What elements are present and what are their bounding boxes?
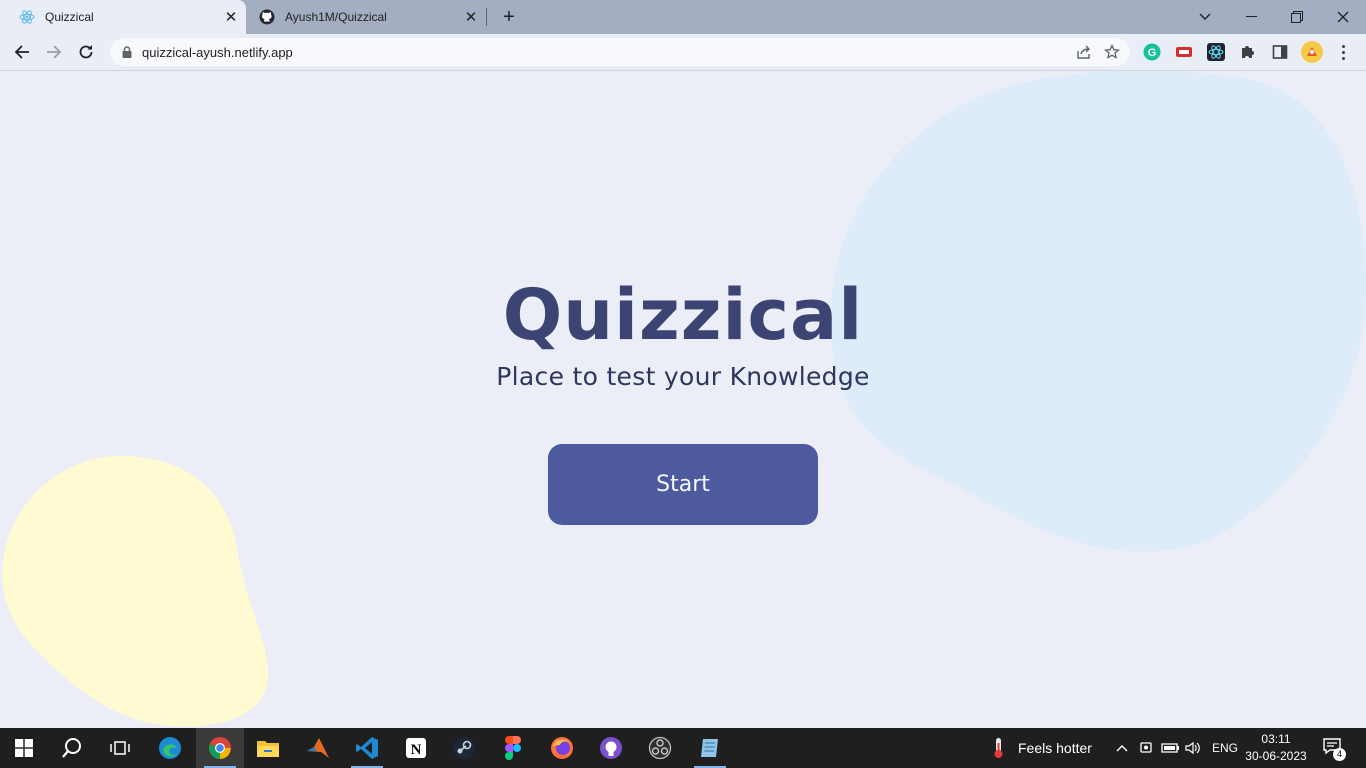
tab-title: Ayush1M/Quizzical bbox=[285, 10, 387, 24]
clock-time: 03:11 bbox=[1261, 732, 1291, 746]
restore-icon[interactable] bbox=[1274, 0, 1320, 34]
notepad-icon[interactable] bbox=[686, 728, 734, 768]
notification-center-icon[interactable]: 4 bbox=[1322, 737, 1348, 761]
tab-search-chevron-icon[interactable] bbox=[1182, 0, 1228, 34]
browser-toolbar: quizzical-ayush.netlify.app G bbox=[0, 34, 1366, 71]
matlab-icon[interactable] bbox=[294, 728, 342, 768]
profile-avatar-icon[interactable] bbox=[1301, 41, 1323, 63]
close-window-icon[interactable] bbox=[1320, 0, 1366, 34]
github-desktop-icon[interactable] bbox=[587, 728, 635, 768]
bookmark-star-icon[interactable] bbox=[1098, 38, 1126, 66]
notion-icon[interactable]: N bbox=[392, 728, 440, 768]
tab-github-repo[interactable]: Ayush1M/Quizzical ✕ bbox=[248, 0, 486, 34]
windows-taskbar: N Feels hotter ENG 03:11 30-06-2023 4 bbox=[0, 728, 1366, 768]
weather-text[interactable]: Feels hotter bbox=[1018, 740, 1092, 756]
start-button[interactable]: Start bbox=[548, 444, 818, 525]
hero-section: Quizzical Place to test your Knowledge S… bbox=[0, 71, 1366, 728]
grammarly-icon[interactable]: G bbox=[1141, 41, 1163, 63]
minimize-icon[interactable] bbox=[1228, 0, 1274, 34]
share-icon[interactable] bbox=[1070, 38, 1098, 66]
notification-count-badge: 4 bbox=[1333, 748, 1346, 761]
svg-text:N: N bbox=[411, 742, 422, 758]
file-explorer-icon[interactable] bbox=[244, 728, 292, 768]
tab-title: Quizzical bbox=[45, 10, 94, 24]
side-panel-icon[interactable] bbox=[1269, 41, 1291, 63]
tab-close-icon[interactable]: ✕ bbox=[462, 8, 480, 26]
tab-close-icon[interactable]: ✕ bbox=[222, 8, 240, 26]
clock[interactable]: 03:11 30-06-2023 bbox=[1240, 731, 1312, 765]
address-bar[interactable]: quizzical-ayush.netlify.app bbox=[110, 38, 1130, 66]
meet-now-icon[interactable] bbox=[1139, 739, 1155, 757]
url-text[interactable]: quizzical-ayush.netlify.app bbox=[142, 45, 1070, 60]
edge-icon[interactable] bbox=[146, 728, 194, 768]
lock-icon[interactable] bbox=[122, 46, 132, 58]
reload-icon[interactable] bbox=[73, 39, 99, 65]
tab-divider bbox=[486, 8, 487, 26]
battery-icon[interactable] bbox=[1161, 740, 1181, 756]
extension-red-icon[interactable] bbox=[1173, 41, 1195, 63]
back-arrow-icon[interactable] bbox=[9, 39, 35, 65]
steam-icon[interactable] bbox=[440, 728, 488, 768]
weather-thermometer-icon[interactable] bbox=[988, 737, 1008, 759]
obs-icon[interactable] bbox=[636, 728, 684, 768]
tab-quizzical[interactable]: Quizzical ✕ bbox=[0, 0, 246, 34]
extensions-puzzle-icon[interactable] bbox=[1237, 41, 1259, 63]
chrome-taskbar-icon[interactable] bbox=[196, 728, 244, 768]
page-viewport: Quizzical Place to test your Knowledge S… bbox=[0, 71, 1366, 728]
vscode-icon[interactable] bbox=[343, 728, 391, 768]
windows-start-icon[interactable] bbox=[0, 728, 48, 768]
firefox-icon[interactable] bbox=[538, 728, 586, 768]
tray-chevron-up-icon[interactable] bbox=[1115, 740, 1129, 756]
search-icon[interactable] bbox=[48, 728, 96, 768]
svg-text:G: G bbox=[1148, 47, 1157, 59]
github-icon bbox=[259, 9, 275, 25]
task-view-icon[interactable] bbox=[96, 728, 144, 768]
figma-icon[interactable] bbox=[489, 728, 537, 768]
page-subtitle: Place to test your Knowledge bbox=[496, 362, 870, 391]
forward-arrow-icon[interactable] bbox=[41, 39, 67, 65]
language-indicator[interactable]: ENG bbox=[1212, 741, 1238, 755]
react-icon bbox=[19, 9, 35, 25]
volume-icon[interactable] bbox=[1184, 740, 1202, 756]
new-tab-icon[interactable]: + bbox=[499, 7, 519, 27]
chrome-menu-icon[interactable] bbox=[1336, 40, 1350, 64]
clock-date: 30-06-2023 bbox=[1245, 749, 1307, 763]
page-title: Quizzical bbox=[502, 274, 864, 356]
react-devtools-icon[interactable] bbox=[1205, 41, 1227, 63]
tab-strip: Quizzical ✕ Ayush1M/Quizzical ✕ + bbox=[0, 0, 1366, 34]
